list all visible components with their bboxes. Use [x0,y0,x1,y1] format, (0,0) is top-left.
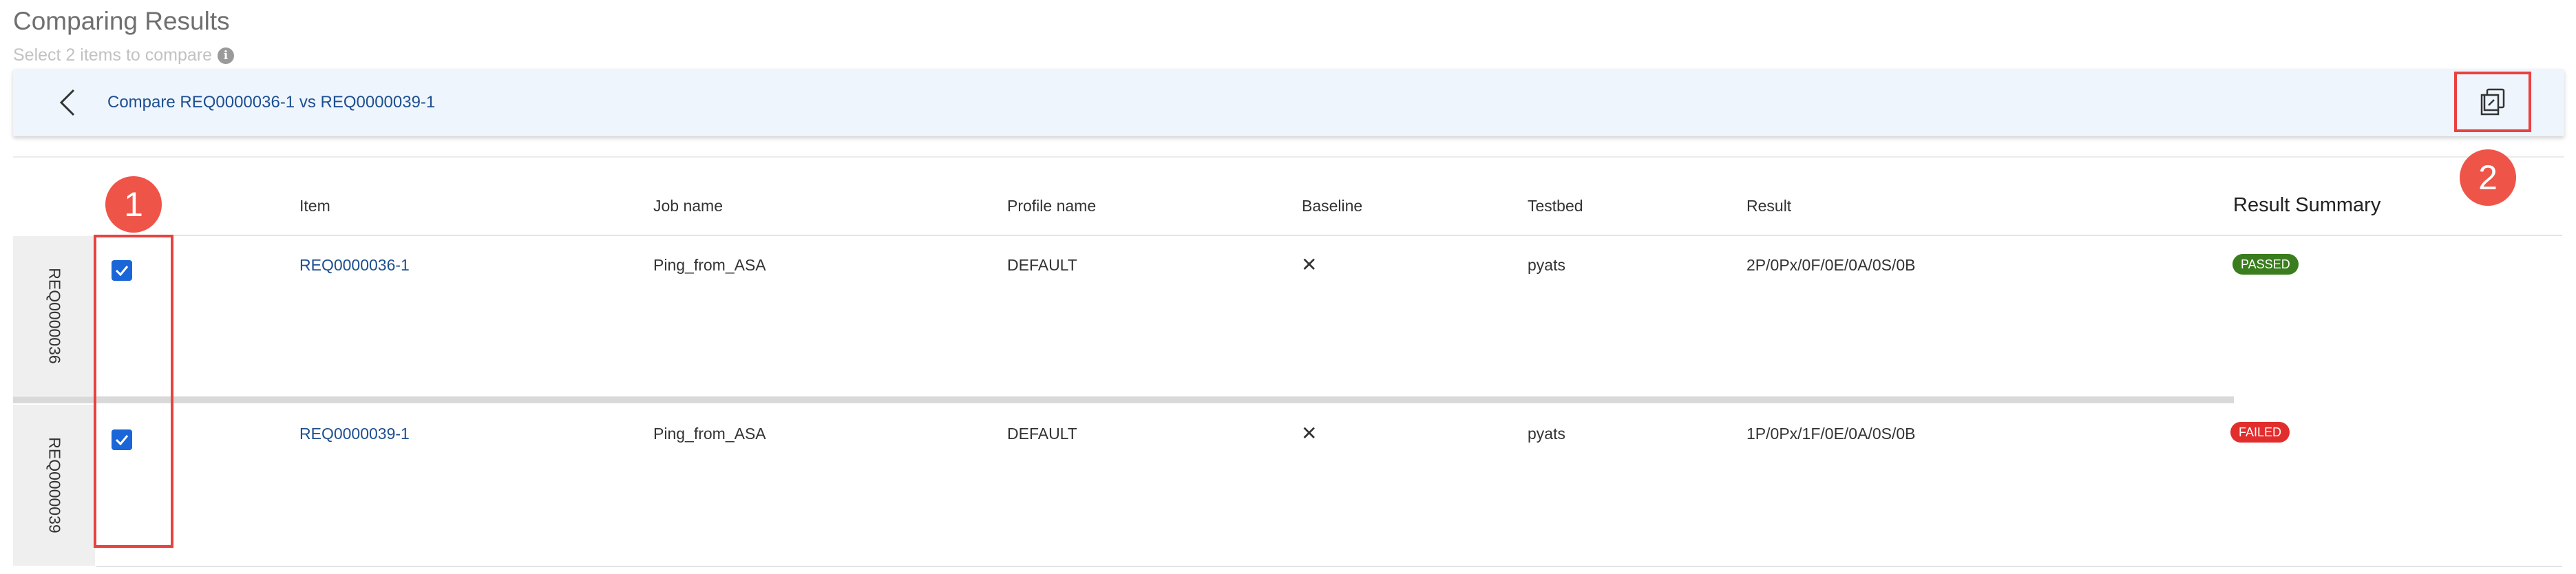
row-group-label-text: REQ0000039 [45,437,63,533]
testbed-cell: pyats [1528,256,1565,274]
column-header-result-summary[interactable]: Result Summary [2233,194,2380,217]
bar-underline [13,156,2564,158]
status-badge: PASSED [2232,254,2299,275]
subtitle-text: Select 2 items to compare [13,45,213,65]
job-name-cell: Ping_from_ASA [653,256,766,274]
annotation-highlight-box [94,235,173,548]
page-subtitle: Select 2 items to compare i [13,45,235,65]
column-header-baseline[interactable]: Baseline [1302,197,1362,215]
profile-name-cell: DEFAULT [1007,425,1077,443]
column-header-profile-name[interactable]: Profile name [1007,197,1096,215]
column-header-testbed[interactable]: Testbed [1528,197,1583,215]
item-link[interactable]: REQ0000039-1 [299,425,410,443]
copy-button[interactable] [2454,72,2531,132]
page: Comparing Results Select 2 items to comp… [0,0,2576,574]
compare-title: Compare REQ0000036-1 vs REQ0000039-1 [107,93,436,111]
header-divider [96,235,2562,236]
back-button[interactable] [50,85,85,120]
baseline-x-icon: ✕ [1301,254,1318,275]
profile-name-cell: DEFAULT [1007,256,1077,274]
result-cell: 1P/0Px/1F/0E/0A/0S/0B [1746,425,1916,443]
row-scrollbar[interactable] [13,396,2234,403]
row-group-label: REQ0000036 [13,236,95,396]
page-title: Comparing Results [13,7,230,35]
compare-bar: Compare REQ0000036-1 vs REQ0000039-1 [13,69,2564,136]
info-icon[interactable]: i [218,47,235,64]
row-divider [96,566,2562,567]
copy-icon [2480,88,2505,116]
baseline-x-icon: ✕ [1301,423,1318,444]
column-header-result[interactable]: Result [1746,197,1791,215]
item-link[interactable]: REQ0000036-1 [299,256,410,275]
annotation-marker-2: 2 [2460,149,2516,206]
column-header-job-name[interactable]: Job name [653,197,723,215]
annotation-marker-1: 1 [105,176,162,233]
status-badge: FAILED [2230,422,2290,443]
chevron-left-icon [59,89,75,116]
column-header-item[interactable]: Item [299,197,330,215]
result-cell: 2P/0Px/0F/0E/0A/0S/0B [1746,256,1916,274]
row-group-label-text: REQ0000036 [45,268,63,364]
row-group-label: REQ0000039 [13,405,95,566]
testbed-cell: pyats [1528,425,1565,443]
job-name-cell: Ping_from_ASA [653,425,766,443]
